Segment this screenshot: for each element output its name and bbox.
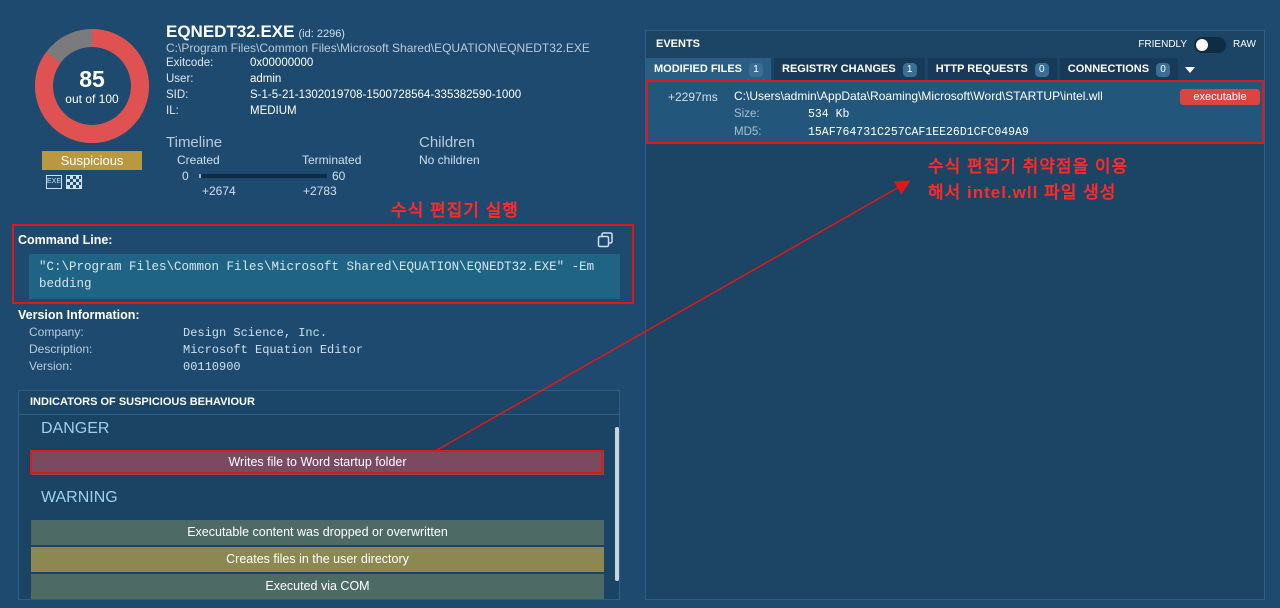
annotation-arrow: [436, 180, 911, 451]
